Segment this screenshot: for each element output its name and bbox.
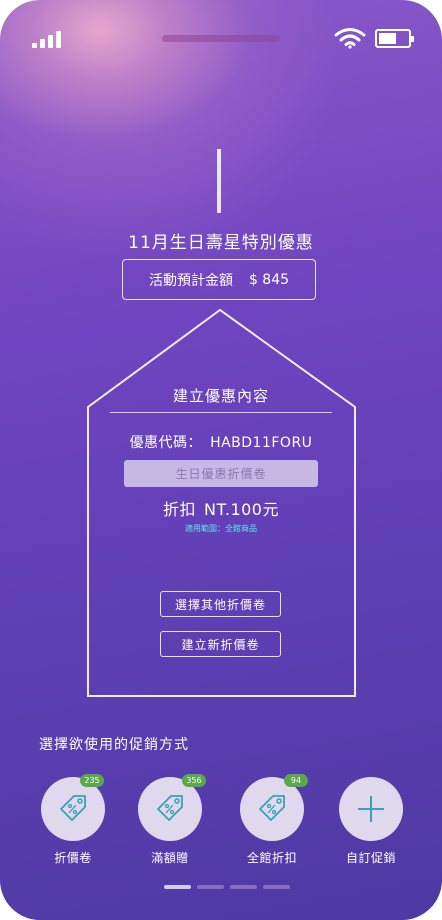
battery-fill (379, 33, 396, 44)
wifi-icon (334, 28, 366, 49)
promo-label: 滿額贈 (151, 851, 189, 865)
coupon-code-value: HABD11FORU (210, 435, 313, 451)
promo-count-badge: 94 (284, 774, 308, 787)
battery-icon (375, 29, 414, 48)
card-divider (110, 412, 332, 413)
promo-count-badge: 356 (182, 774, 206, 787)
price-tag-icon (157, 795, 183, 821)
vertical-divider (217, 149, 221, 213)
promo-label: 折價卷 (54, 851, 92, 865)
coupon-code-label: 優惠代碼： (129, 435, 203, 451)
promo-option-spend-gift[interactable]: 356 滿額贈 (138, 774, 206, 867)
coupon-card-title: 建立優惠內容 (172, 387, 269, 405)
discount-label: 折扣 (163, 500, 197, 519)
promo-label: 全館折扣 (246, 851, 297, 865)
estimate-value: $ 845 (248, 271, 290, 288)
applicable-scope: 適用範圍：全館商品 (185, 524, 257, 533)
app-screen: 11月生日壽星特別優惠 活動預計金額 $ 845 建立優惠內容 優惠代碼： HAB… (0, 0, 442, 920)
page-dot[interactable] (197, 885, 224, 889)
event-title: 11月生日壽星特別優惠 (128, 233, 314, 253)
promo-option-coupon[interactable]: 235 折價卷 (41, 774, 105, 867)
promo-circle (339, 777, 403, 841)
create-new-coupon-button[interactable]: 建立新折價卷 (160, 631, 281, 657)
discount-value: NT.100元 (204, 500, 279, 519)
promotion-section-heading: 選擇欲使用的促銷方式 (39, 737, 189, 753)
pagination-indicator (164, 885, 290, 889)
price-tag-icon (60, 795, 86, 821)
coupon-code-row: 優惠代碼： HABD11FORU (0, 432, 442, 452)
choose-other-coupon-button[interactable]: 選擇其他折價卷 (160, 591, 281, 617)
promo-option-storewide-discount[interactable]: 94 全館折扣 (240, 774, 308, 867)
speaker-notch (162, 35, 280, 42)
estimate-label: 活動預計金額 (148, 272, 233, 289)
plus-icon (358, 796, 384, 822)
price-tag-icon (259, 795, 285, 821)
page-dot[interactable] (230, 885, 257, 889)
estimated-amount-box: 活動預計金額 $ 845 (122, 259, 316, 300)
promo-label: 自訂促銷 (345, 851, 396, 865)
promo-count-badge: 235 (80, 774, 104, 787)
discount-row: 折扣 NT.100元 (0, 496, 442, 520)
coupon-type-field[interactable]: 生日優惠折價卷 (124, 460, 318, 487)
signal-bars-icon (32, 30, 62, 48)
promo-option-custom[interactable]: 自訂促銷 (339, 777, 403, 867)
page-dot-active[interactable] (164, 885, 191, 889)
page-dot[interactable] (263, 885, 290, 889)
